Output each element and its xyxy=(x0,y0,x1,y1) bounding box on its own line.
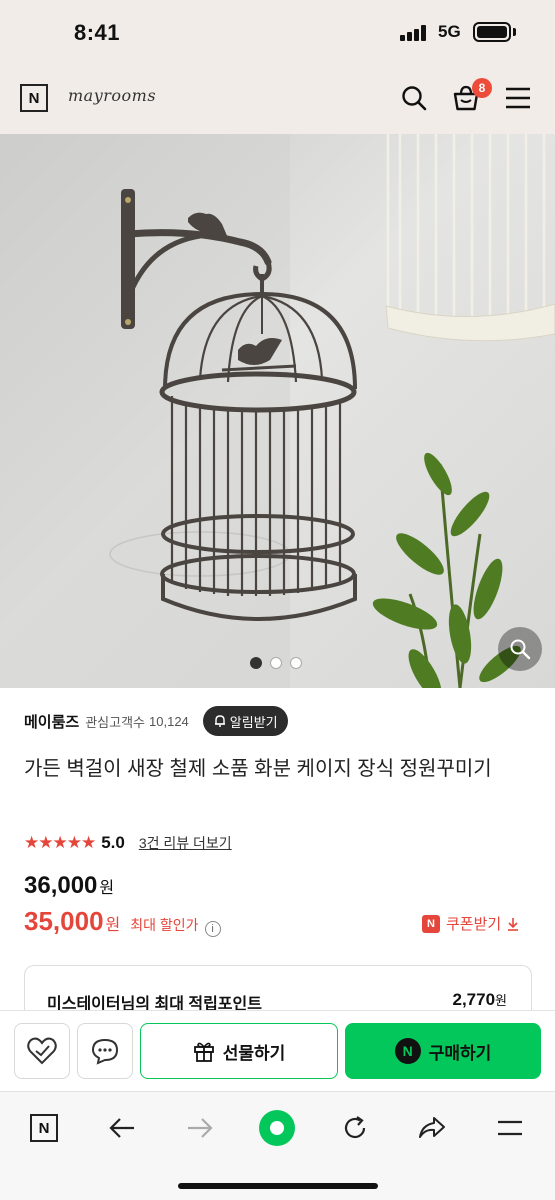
follower-label: 관심고객수 xyxy=(85,714,146,730)
forward-arrow-icon xyxy=(188,1118,213,1138)
cart-button[interactable]: 8 xyxy=(448,78,492,116)
naver-logo[interactable]: N xyxy=(20,84,48,112)
wishlist-button[interactable] xyxy=(14,1023,70,1079)
follower-count: 10,124 xyxy=(149,713,189,729)
store-info: 메이룸즈 관심고객수 10,124 알림받기 xyxy=(24,706,288,736)
product-photo[interactable] xyxy=(0,134,555,688)
browser-menu-button[interactable] xyxy=(488,1106,532,1150)
naver-coupon-icon: N xyxy=(422,914,440,933)
gallery-dot[interactable] xyxy=(250,657,262,669)
info-icon[interactable]: i xyxy=(204,921,221,937)
chat-icon xyxy=(91,1038,119,1065)
rating-value: 5.0 xyxy=(101,833,125,852)
home-indicator xyxy=(178,1183,378,1189)
signal-icon xyxy=(400,25,428,41)
share-icon xyxy=(419,1117,445,1138)
browser-menu-icon xyxy=(498,1120,522,1136)
search-icon[interactable] xyxy=(396,80,432,116)
buy-label: 구매하기 xyxy=(428,1043,492,1063)
back-arrow-icon xyxy=(109,1118,134,1138)
alert-button[interactable]: 알림받기 xyxy=(202,706,288,736)
rating-row: ★★★★★ 5.0 3건 리뷰 더보기 xyxy=(24,830,232,856)
battery-tip xyxy=(513,28,516,36)
points-card: 미스테이터님의 최대 적립포인트 2,770원 xyxy=(24,965,532,1015)
naver-home-button[interactable]: N xyxy=(22,1106,66,1150)
bell-plus-icon xyxy=(214,715,225,727)
refresh-button[interactable] xyxy=(333,1106,377,1150)
product-title: 가든 벽걸이 새장 철제 소품 화분 케이지 장식 정원꾸미기 xyxy=(24,758,492,780)
status-time: 8:41 xyxy=(74,20,121,45)
max-discount-label: 최대 할인가 xyxy=(130,917,199,933)
review-link[interactable]: 3건 리뷰 더보기 xyxy=(139,833,232,853)
cart-count-badge: 8 xyxy=(472,78,492,98)
chat-button[interactable] xyxy=(77,1023,133,1079)
download-icon xyxy=(508,917,519,931)
network-label: 5G xyxy=(438,22,461,41)
menu-icon[interactable] xyxy=(500,80,536,116)
back-button[interactable] xyxy=(100,1106,144,1150)
buy-button[interactable]: N 구매하기 xyxy=(345,1023,541,1079)
naver-pay-icon: N xyxy=(394,1038,421,1064)
alert-label: 알림받기 xyxy=(229,714,278,730)
store-name[interactable]: 메이룸즈 xyxy=(24,711,79,732)
gallery-dot[interactable] xyxy=(290,657,302,669)
refresh-icon xyxy=(344,1116,366,1139)
gift-button[interactable]: 선물하기 xyxy=(140,1023,338,1079)
purchase-action-bar: 선물하기 N 구매하기 xyxy=(0,1010,555,1090)
gift-label: 선물하기 xyxy=(222,1043,286,1063)
forward-button[interactable] xyxy=(178,1106,222,1150)
status-bar: 8:41 5G xyxy=(0,0,555,62)
points-value: 2,770원 xyxy=(452,990,507,1009)
green-dot-icon xyxy=(259,1110,295,1146)
coupon-label: 쿠폰받기 xyxy=(446,916,502,933)
zoom-button[interactable] xyxy=(498,627,542,671)
gallery-dot[interactable] xyxy=(270,657,282,669)
heart-check-icon xyxy=(27,1037,57,1065)
gift-icon xyxy=(193,1042,214,1062)
share-button[interactable] xyxy=(410,1106,454,1150)
star-rating-icon: ★★★★★ xyxy=(24,833,96,852)
green-dot-button[interactable] xyxy=(255,1106,299,1150)
gallery-pagination xyxy=(250,657,302,669)
sale-price: 35,000 xyxy=(24,906,104,936)
sale-price-row: 35,000 원 최대 할인가 i xyxy=(24,906,221,937)
store-header: N mayrooms 8 xyxy=(0,62,555,134)
coupon-button[interactable]: N 쿠폰받기 xyxy=(422,913,519,934)
battery-icon xyxy=(473,22,511,42)
original-price: 36,000 원 xyxy=(24,872,115,899)
sale-currency: 원 xyxy=(105,917,121,934)
brand-logo[interactable]: mayrooms xyxy=(68,86,156,105)
zoom-icon xyxy=(510,639,531,660)
naver-home-icon: N xyxy=(30,1114,58,1142)
